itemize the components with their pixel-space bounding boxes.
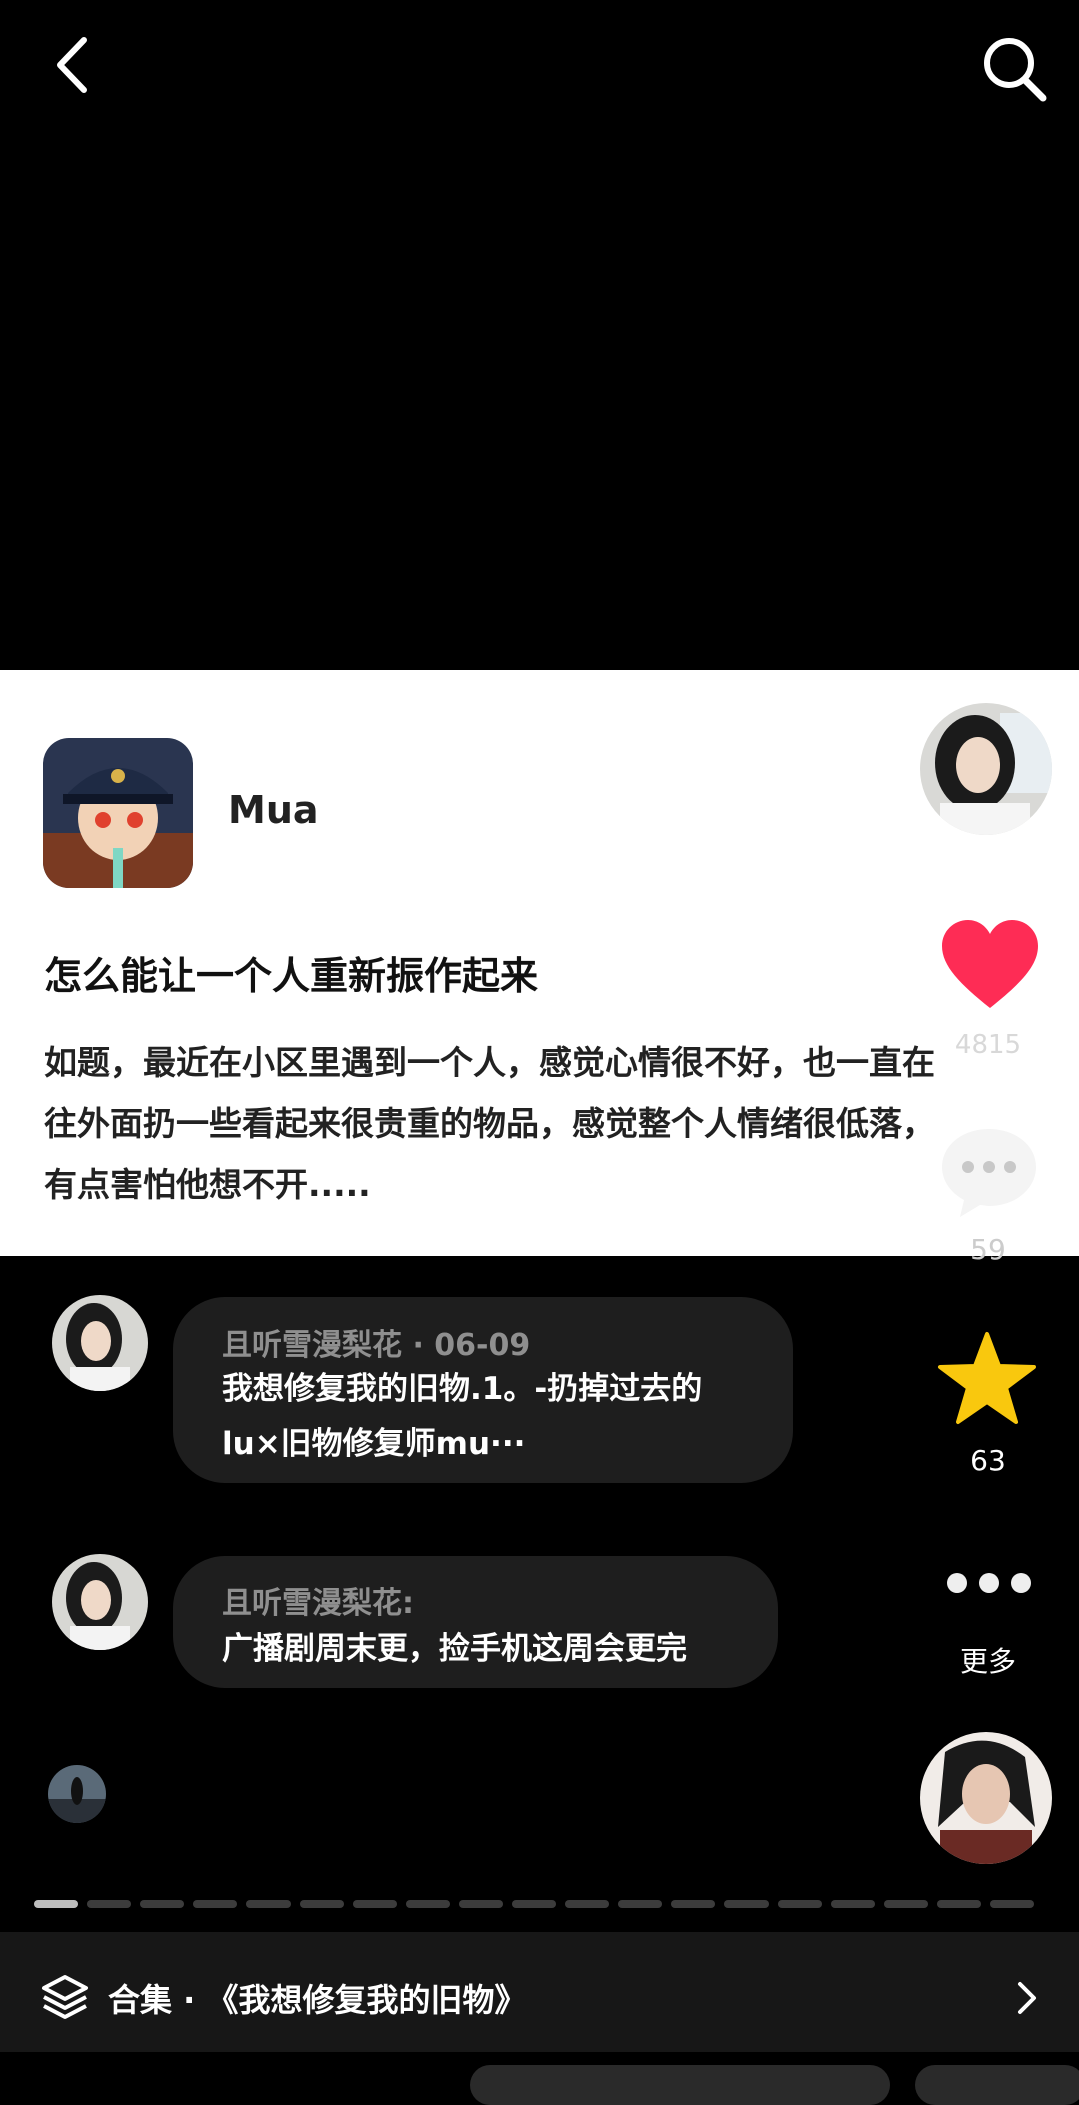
bottom-input-pill[interactable] — [470, 2065, 890, 2105]
progress-segment — [511, 1900, 557, 1908]
progress-segment — [671, 1900, 716, 1908]
author-avatar[interactable] — [43, 738, 193, 888]
comment-avatar[interactable] — [52, 1295, 148, 1391]
like-button[interactable] — [940, 918, 1040, 1013]
comment-meta: 且听雪漫梨花 · 06-09 — [222, 1320, 530, 1364]
chevron-right-icon[interactable] — [1010, 1978, 1044, 2018]
back-button[interactable] — [40, 30, 110, 100]
progress-segment — [405, 1900, 450, 1908]
progress-segment — [34, 1900, 79, 1908]
favorite-count: 63 — [970, 1444, 1006, 1477]
heart-icon — [942, 920, 1038, 1008]
progress-segment — [352, 1900, 397, 1908]
more-button[interactable] — [942, 1568, 1037, 1598]
progress-segment — [140, 1900, 185, 1908]
bottom-action-pill[interactable] — [915, 2065, 1079, 2105]
progress-segment — [565, 1900, 610, 1908]
progress-segment — [299, 1900, 344, 1908]
layers-icon — [40, 1972, 90, 2022]
progress-segment — [989, 1900, 1035, 1908]
viewer-avatar[interactable] — [48, 1765, 106, 1823]
search-icon — [984, 38, 1047, 102]
post-title: 怎么能让一个人重新振作起来 — [44, 954, 539, 998]
carousel-progress — [34, 1900, 1035, 1908]
creator-avatar[interactable] — [920, 703, 1052, 835]
comment-button[interactable] — [938, 1125, 1040, 1220]
music-disc-avatar[interactable] — [920, 1732, 1052, 1864]
comment-user[interactable]: 且听雪漫梨花 — [222, 1328, 402, 1363]
separator-dot: · — [412, 1328, 435, 1363]
comment-text: 我想修复我的旧物.1。-扔掉过去的 lu×旧物修复师mu··· — [222, 1371, 703, 1462]
author-name[interactable]: Mua — [228, 788, 319, 832]
progress-segment — [777, 1900, 822, 1908]
comment-avatar[interactable] — [52, 1554, 148, 1650]
progress-segment — [830, 1900, 875, 1908]
comment-icon — [942, 1129, 1036, 1217]
like-count: 4815 — [954, 1030, 1022, 1060]
favorite-button[interactable] — [937, 1330, 1037, 1430]
comment-user[interactable]: 且听雪漫梨花: — [222, 1578, 414, 1622]
more-dots-icon — [947, 1573, 1031, 1593]
progress-segment — [618, 1900, 663, 1908]
comment-date: 06-09 — [434, 1328, 531, 1363]
back-icon — [57, 37, 87, 93]
progress-segment — [87, 1900, 132, 1908]
star-icon — [938, 1332, 1036, 1424]
progress-segment — [246, 1900, 291, 1908]
collection-label[interactable]: 合集 · 《我想修复我的旧物》 — [108, 1975, 526, 2021]
progress-segment — [883, 1900, 928, 1908]
progress-segment — [458, 1900, 503, 1908]
progress-segment — [193, 1900, 238, 1908]
progress-segment — [724, 1900, 769, 1908]
comment-text: 广播剧周末更，捡手机这周会更完 — [222, 1631, 687, 1667]
more-label: 更多 — [959, 1645, 1016, 1678]
comment-count: 59 — [970, 1233, 1006, 1266]
search-button[interactable] — [975, 30, 1055, 110]
post-body: 如题，最近在小区里遇到一个人，感觉心情很不好，也一直在 往外面扔一些看起来很贵重… — [44, 1043, 935, 1204]
progress-segment — [936, 1900, 981, 1908]
